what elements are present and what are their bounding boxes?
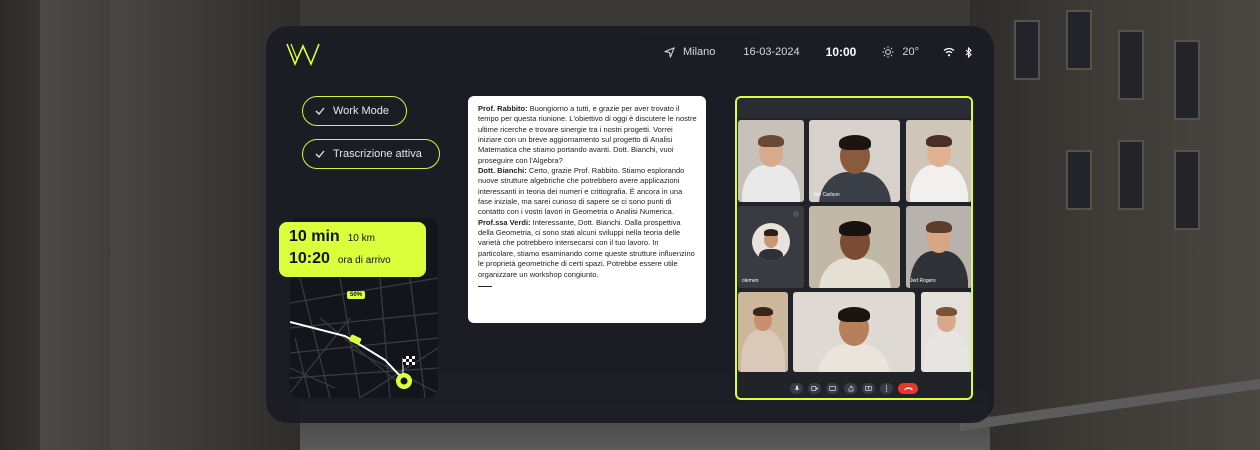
- arrival-time: 10:20: [289, 250, 330, 267]
- wifi-icon[interactable]: [943, 47, 955, 57]
- more-options-button[interactable]: [880, 383, 893, 394]
- participant-tile[interactable]: Joe Carlson: [809, 120, 900, 202]
- participant-name: olemen: [742, 278, 759, 284]
- participant-tile[interactable]: [906, 120, 971, 202]
- video-call-window[interactable]: Joe Carlson olemen Jed Rogers: [735, 96, 973, 400]
- hangup-icon: [903, 386, 913, 390]
- call-controls: [737, 383, 971, 394]
- present-icon: [865, 386, 872, 391]
- mic-button[interactable]: [790, 383, 803, 394]
- checkered-flag-icon: [402, 356, 415, 374]
- participant-name: Joe Carlson: [813, 192, 840, 198]
- building-window: [1118, 140, 1144, 210]
- building-window: [1174, 40, 1200, 120]
- check-icon: [315, 150, 325, 158]
- car-hud-panel: Milano 16-03-2024 10:00 20° Work Mode Tr…: [266, 26, 994, 423]
- participant-hair: [753, 306, 773, 316]
- participant-hair: [926, 135, 952, 147]
- eta-card: 10 min 10 km 10:20 ora di arrivo: [279, 222, 426, 277]
- building-window: [1118, 30, 1144, 100]
- participant-tile[interactable]: [809, 206, 900, 288]
- camera-icon: [811, 386, 818, 391]
- participant-tile[interactable]: [793, 292, 915, 372]
- participant-body: [910, 165, 968, 202]
- participant-hair: [936, 306, 957, 316]
- speaker-name: Prof.ssa Verdi:: [478, 217, 531, 227]
- trip-duration: 10 min: [289, 228, 340, 245]
- raise-hand-button[interactable]: [844, 383, 857, 394]
- captions-button[interactable]: [826, 383, 839, 394]
- building-window: [1066, 150, 1092, 210]
- mic-icon: [794, 385, 799, 391]
- camera-button[interactable]: [808, 383, 821, 394]
- participant-tile[interactable]: [738, 120, 804, 202]
- navigation-arrow-icon: [664, 46, 675, 58]
- more-icon: [885, 385, 888, 392]
- participant-name: Jed Rogers: [910, 278, 936, 284]
- participant-hair: [838, 135, 871, 151]
- speaker-text: Buongiorno a tutti, e grazie per aver tr…: [478, 104, 697, 165]
- participant-hair: [758, 135, 784, 147]
- transcript-entry: Prof.ssa Verdi: Interessante, Dott. Bian…: [478, 218, 697, 280]
- bluetooth-icon[interactable]: [965, 46, 972, 58]
- current-time: 10:00: [825, 45, 857, 59]
- hangup-button[interactable]: [898, 383, 918, 394]
- sun-icon: [882, 46, 894, 58]
- participant-body: [741, 330, 785, 372]
- participant-hair: [926, 221, 952, 233]
- muted-mic-icon: [793, 211, 799, 217]
- building-window: [1066, 10, 1092, 70]
- location-name: Milano: [682, 46, 716, 58]
- participant-avatar: [752, 223, 790, 261]
- participant-tile[interactable]: Jed Rogers: [906, 206, 971, 288]
- participant-tile[interactable]: [738, 292, 788, 372]
- participant-hair: [838, 221, 871, 237]
- participant-tile[interactable]: olemen: [738, 206, 804, 288]
- speaker-name: Dott. Bianchi:: [478, 166, 527, 176]
- work-mode-label: Work Mode: [333, 105, 390, 117]
- location-indicator[interactable]: Milano: [664, 46, 715, 58]
- participant-tile[interactable]: [921, 292, 971, 372]
- trip-distance: 10 km: [347, 233, 375, 244]
- transcript-divider: [478, 285, 492, 287]
- raise-hand-icon: [848, 385, 853, 392]
- participant-body: [742, 165, 800, 202]
- building-window: [1174, 150, 1200, 230]
- status-bar: Milano 16-03-2024 10:00 20°: [664, 44, 972, 60]
- transcript-panel: Prof. Rabbito: Buongiorno a tutti, e gra…: [468, 96, 706, 323]
- temperature: 20°: [902, 46, 919, 58]
- present-button[interactable]: [862, 383, 875, 394]
- speaker-name: Prof. Rabbito:: [478, 104, 528, 113]
- left-building: [0, 0, 300, 450]
- participant-body: [818, 343, 890, 372]
- transcription-label: Trascrizione attiva: [333, 148, 422, 160]
- participant-hair: [838, 306, 870, 322]
- captions-icon: [829, 386, 836, 391]
- current-date: 16-03-2024: [743, 46, 800, 58]
- arrival-label: ora di arrivo: [337, 255, 391, 266]
- participant-body: [818, 258, 891, 288]
- weather-indicator: 20°: [882, 46, 919, 58]
- connectivity-indicators: [943, 46, 972, 58]
- work-mode-button[interactable]: Work Mode: [302, 96, 407, 126]
- check-icon: [315, 107, 325, 115]
- building-window: [1014, 20, 1040, 80]
- call-top-bar: [737, 98, 971, 118]
- route-progress-badge: 50%: [347, 291, 366, 299]
- participant-body: [924, 330, 969, 372]
- transcription-button[interactable]: Trascrizione attiva: [302, 139, 440, 169]
- transcript-entry: Dott. Bianchi: Certo, grazie Prof. Rabbi…: [478, 166, 697, 218]
- transcript-entry: Prof. Rabbito: Buongiorno a tutti, e gra…: [478, 104, 697, 166]
- w-logo-icon: [286, 43, 320, 66]
